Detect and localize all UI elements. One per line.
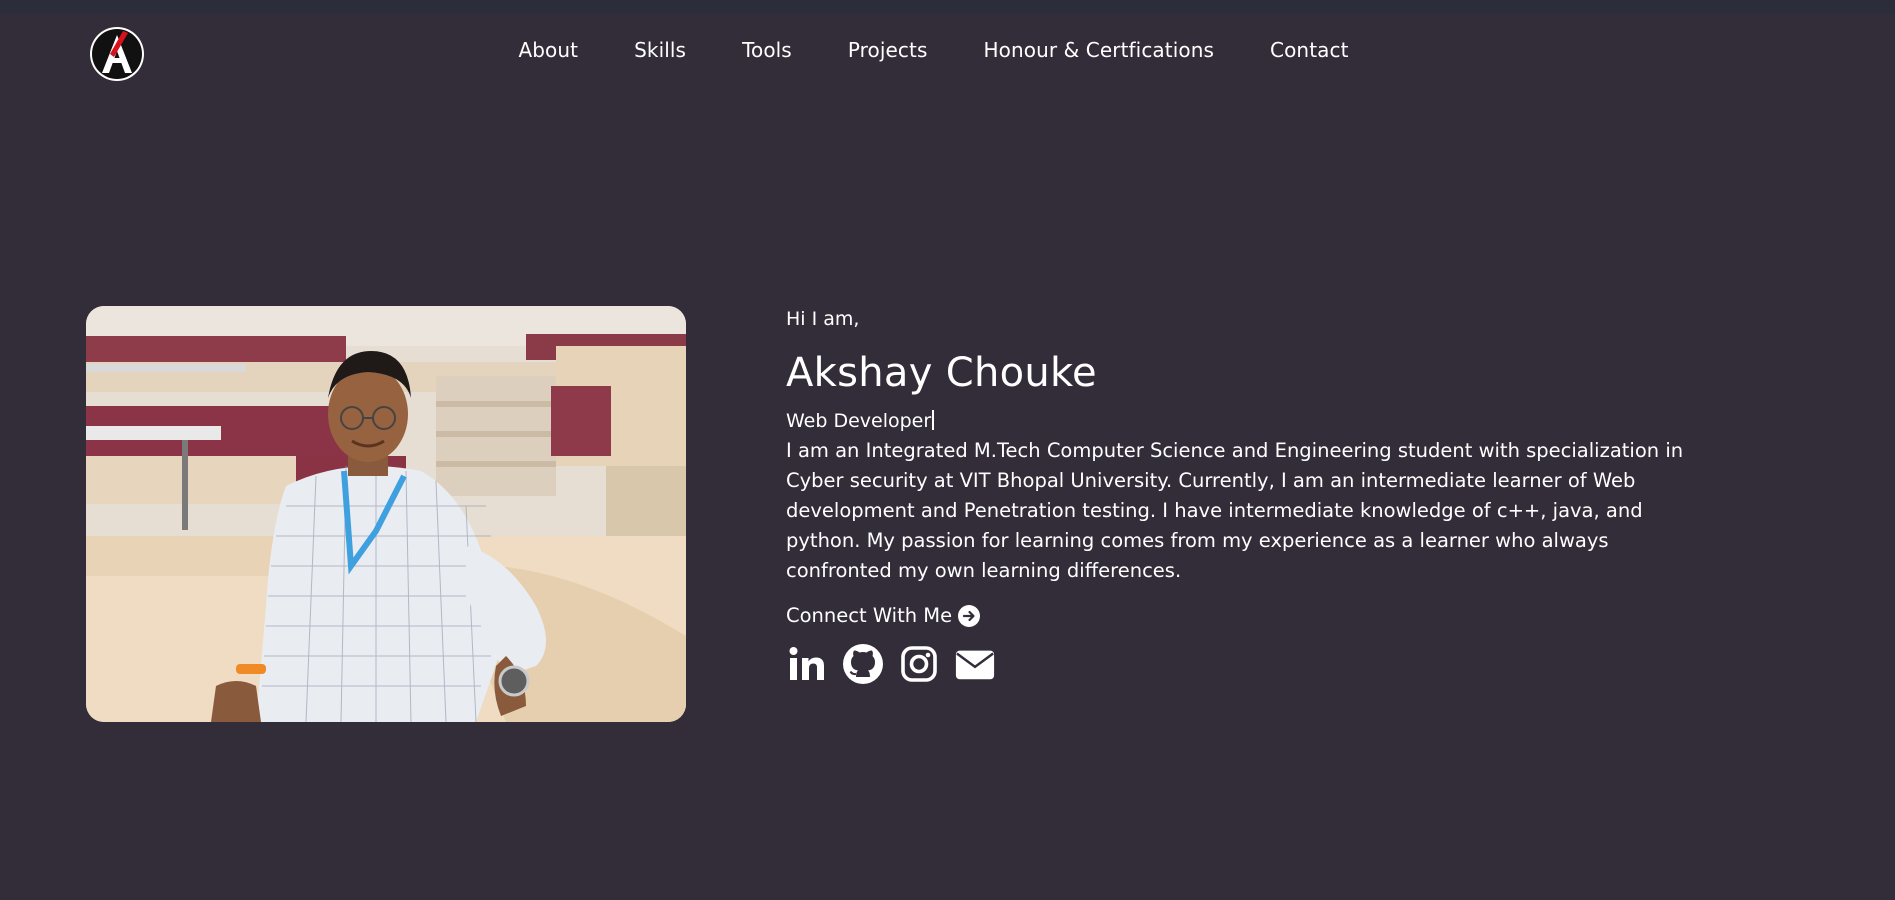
github-icon[interactable] — [842, 643, 884, 685]
hero-role: Web Developer — [786, 410, 932, 432]
hero-bio: I am an Integrated M.Tech Computer Scien… — [786, 439, 1684, 582]
mail-icon[interactable] — [954, 643, 996, 685]
hero-name: Akshay Chouke — [786, 350, 1097, 396]
hero-greeting: Hi I am, — [786, 308, 860, 330]
arrow-right-circle-icon[interactable] — [958, 604, 981, 627]
profile-photo — [86, 306, 686, 722]
social-links — [786, 643, 1706, 685]
hero-intro: Hi I am, Akshay Chouke Web Developer I a… — [786, 306, 1706, 685]
nav-tools[interactable]: Tools — [742, 38, 792, 62]
nav-projects[interactable]: Projects — [848, 38, 928, 62]
top-strip — [0, 0, 1895, 14]
nav-skills[interactable]: Skills — [634, 38, 686, 62]
typing-caret — [932, 410, 935, 430]
nav-honours-certifications[interactable]: Honour & Certfications — [984, 38, 1215, 62]
main-nav: About Skills Tools Projects Honour & Cer… — [0, 38, 1895, 62]
linkedin-icon[interactable] — [786, 643, 828, 685]
nav-about[interactable]: About — [518, 38, 578, 62]
hero-role-line: Web Developer — [786, 408, 1706, 434]
nav-contact[interactable]: Contact — [1270, 38, 1349, 62]
instagram-icon[interactable] — [898, 643, 940, 685]
connect-with-me: Connect With Me — [786, 604, 1706, 627]
connect-label: Connect With Me — [786, 604, 953, 627]
